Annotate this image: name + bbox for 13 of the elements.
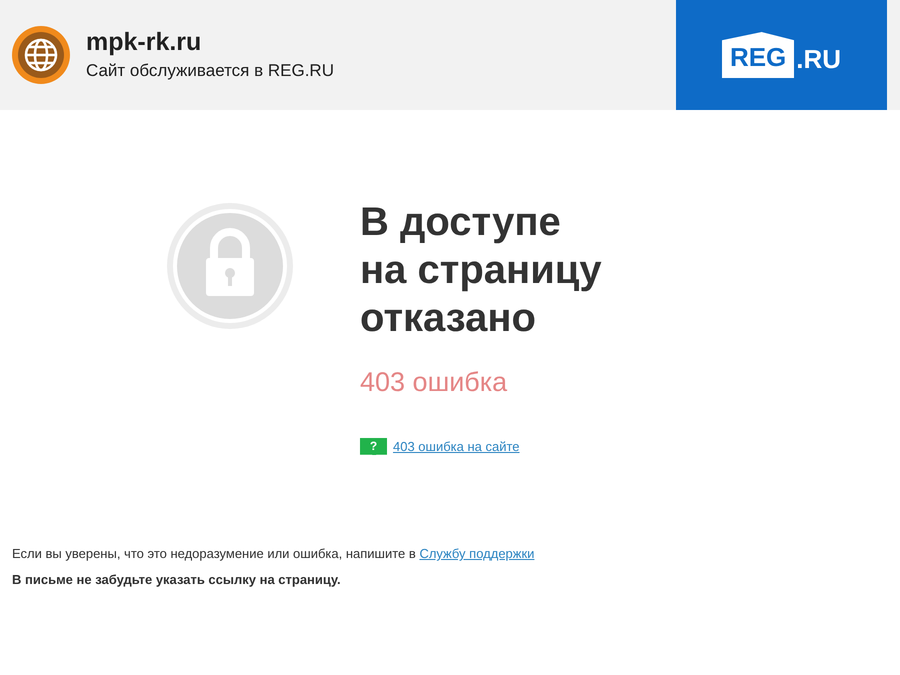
hosting-note: Сайт обслуживается в REG.RU	[86, 60, 334, 82]
error-title: В доступе на страницу отказано	[360, 199, 602, 342]
help-badge: ?	[360, 438, 387, 455]
reminder-note: В письме не забудьте указать ссылку на страницу.	[12, 570, 342, 589]
logo-suffix: .RU	[796, 43, 842, 72]
error-code: 403 ошибка	[360, 366, 508, 399]
globe-icon	[12, 26, 70, 84]
site-name: mpk-rk.ru	[86, 27, 202, 58]
help-link[interactable]: 403 ошибка на сайте	[393, 436, 520, 456]
support-link[interactable]: Службу поддержки	[419, 546, 534, 561]
support-message: Если вы уверены, что это недоразумение или ошибка, напишите в Службу поддержки	[12, 545, 536, 563]
padlock-icon	[164, 200, 296, 332]
logo-badge: REG	[722, 32, 794, 78]
